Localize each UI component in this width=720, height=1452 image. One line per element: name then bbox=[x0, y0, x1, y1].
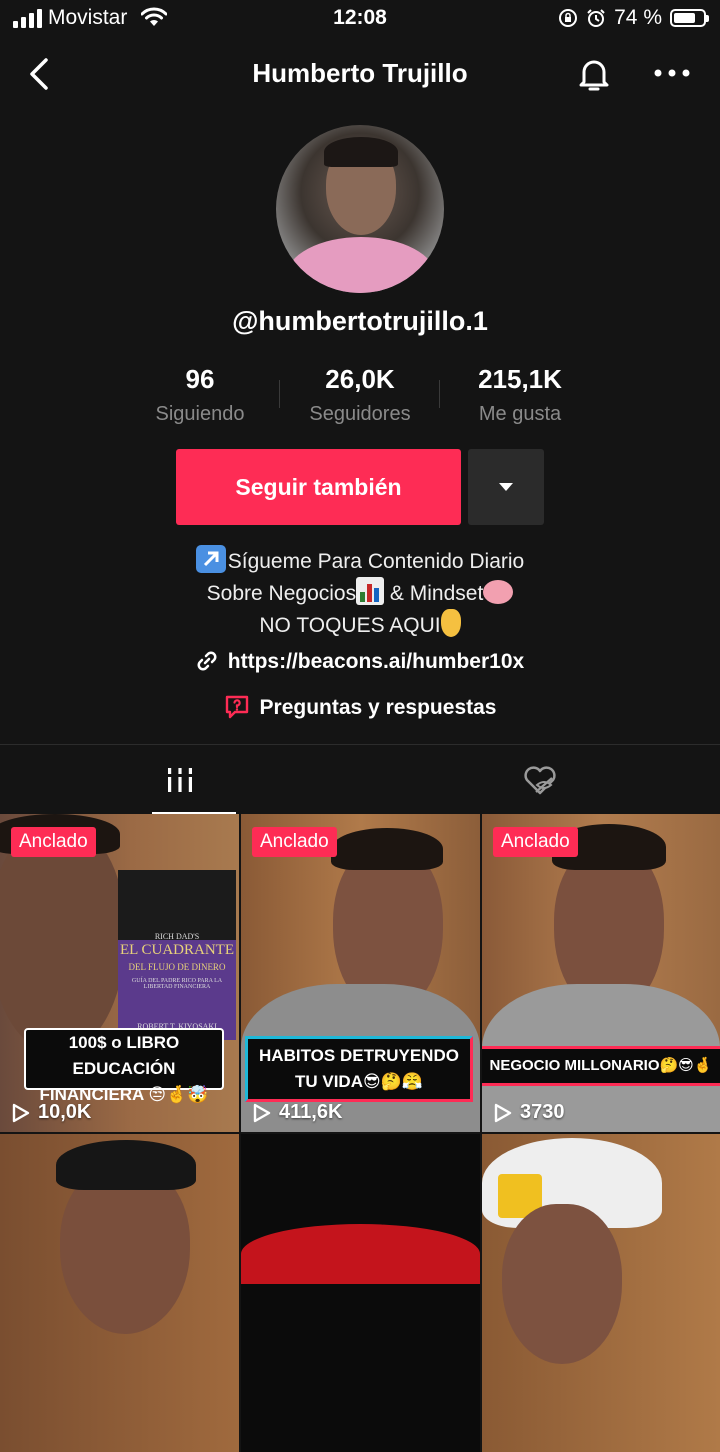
profile-stats: 96 Siguiendo 26,0K Seguidores 215,1K Me … bbox=[120, 364, 600, 434]
bar-chart-emoji-icon bbox=[356, 577, 385, 605]
video-caption: 100$ o LIBRO EDUCACIÓN FINANCIERA 😒🤞🤯 bbox=[24, 1028, 224, 1104]
profile-header: Humberto Trujillo bbox=[0, 40, 720, 106]
book-title: EL CUADRANTE bbox=[119, 942, 235, 958]
book-tagline: GUÍA DEL PADRE RICO PARA LA LIBERTAD FIN… bbox=[131, 978, 223, 990]
pinned-badge: Anclado bbox=[493, 827, 578, 857]
book-brand: RICH DAD'S bbox=[154, 932, 200, 941]
view-count: 411,6K bbox=[253, 1101, 342, 1124]
play-icon bbox=[494, 1103, 512, 1122]
likes-label: Me gusta bbox=[478, 403, 562, 425]
bio-line-3: NO TOQUES AQUI bbox=[259, 614, 441, 637]
video-caption: HABITOS DETRUYENDO TU VIDA😎🤔😤 bbox=[245, 1036, 473, 1102]
stat-followers[interactable]: 26,0K Seguidores bbox=[280, 364, 440, 434]
arrow-up-right-emoji-icon bbox=[195, 545, 226, 573]
question-bubble-icon bbox=[225, 695, 248, 719]
bio-line-2a: Sobre Negocios bbox=[206, 582, 357, 605]
following-label: Siguiendo bbox=[155, 403, 245, 425]
bio-link[interactable]: https://beacons.ai/humber10x bbox=[0, 650, 720, 674]
avatar[interactable] bbox=[276, 125, 444, 293]
stat-likes: 215,1K Me gusta bbox=[440, 364, 600, 434]
book-cover: RICH DAD'S EL CUADRANTE DEL FLUJO DE DIN… bbox=[118, 870, 236, 1040]
likes-count: 215,1K bbox=[478, 364, 562, 394]
videos-grid-icon bbox=[168, 768, 192, 792]
video-thumbnail[interactable]: Anclado NEGOCIO MILLONARIO🤔😎🤞 3730 bbox=[482, 814, 720, 1132]
status-bar: Movistar 12:08 74 % bbox=[0, 0, 720, 38]
suggestions-dropdown-button[interactable] bbox=[468, 449, 544, 525]
bio: Sígueme Para Contenido Diario Sobre Nego… bbox=[0, 545, 720, 641]
bell-icon[interactable] bbox=[574, 54, 614, 94]
qa-label: Preguntas y respuestas bbox=[259, 696, 497, 719]
book-subtitle: DEL FLUJO DE DINERO bbox=[128, 962, 226, 972]
orientation-lock-icon bbox=[559, 9, 578, 27]
content-tabs bbox=[0, 744, 720, 815]
bio-line-1: Sígueme Para Contenido Diario bbox=[227, 550, 525, 573]
tab-liked-hidden[interactable] bbox=[360, 745, 720, 815]
caret-down-icon bbox=[499, 483, 513, 491]
follow-back-button[interactable]: Seguir también bbox=[176, 449, 461, 525]
hidden-likes-heart-icon bbox=[524, 766, 556, 795]
followers-count: 26,0K bbox=[325, 364, 395, 394]
video-thumbnail[interactable]: RICH DAD'S EL CUADRANTE DEL FLUJO DE DIN… bbox=[0, 814, 239, 1132]
stat-following[interactable]: 96 Siguiendo bbox=[120, 364, 280, 434]
pinned-badge: Anclado bbox=[11, 827, 96, 857]
view-count: 3730 bbox=[494, 1101, 565, 1124]
video-thumbnail[interactable] bbox=[0, 1134, 239, 1452]
video-thumbnail[interactable]: Anclado HABITOS DETRUYENDO TU VIDA😎🤔😤 41… bbox=[241, 814, 480, 1132]
video-thumbnail[interactable] bbox=[482, 1134, 720, 1452]
play-icon bbox=[253, 1103, 271, 1122]
link-icon bbox=[197, 651, 217, 671]
battery-percentage: 74 % bbox=[614, 6, 662, 29]
play-icon bbox=[12, 1103, 30, 1122]
view-count: 10,0K bbox=[12, 1101, 91, 1124]
video-thumbnail[interactable] bbox=[241, 1134, 480, 1452]
tab-videos[interactable] bbox=[0, 745, 360, 815]
bio-line-2b: & Mindset bbox=[384, 582, 484, 605]
alarm-icon bbox=[587, 9, 605, 27]
pinned-badge: Anclado bbox=[252, 827, 337, 857]
video-caption: NEGOCIO MILLONARIO🤔😎🤞 bbox=[482, 1046, 720, 1086]
following-count: 96 bbox=[185, 364, 215, 394]
pointing-down-emoji-icon bbox=[440, 609, 461, 637]
brain-emoji-icon bbox=[483, 580, 514, 604]
more-options-icon[interactable] bbox=[650, 58, 694, 88]
battery-icon bbox=[670, 9, 709, 27]
followers-label: Seguidores bbox=[309, 403, 411, 425]
qa-link[interactable]: Preguntas y respuestas bbox=[0, 694, 720, 720]
bio-link-text[interactable]: https://beacons.ai/humber10x bbox=[228, 650, 524, 673]
username: @humbertotrujillo.1 bbox=[232, 306, 488, 336]
